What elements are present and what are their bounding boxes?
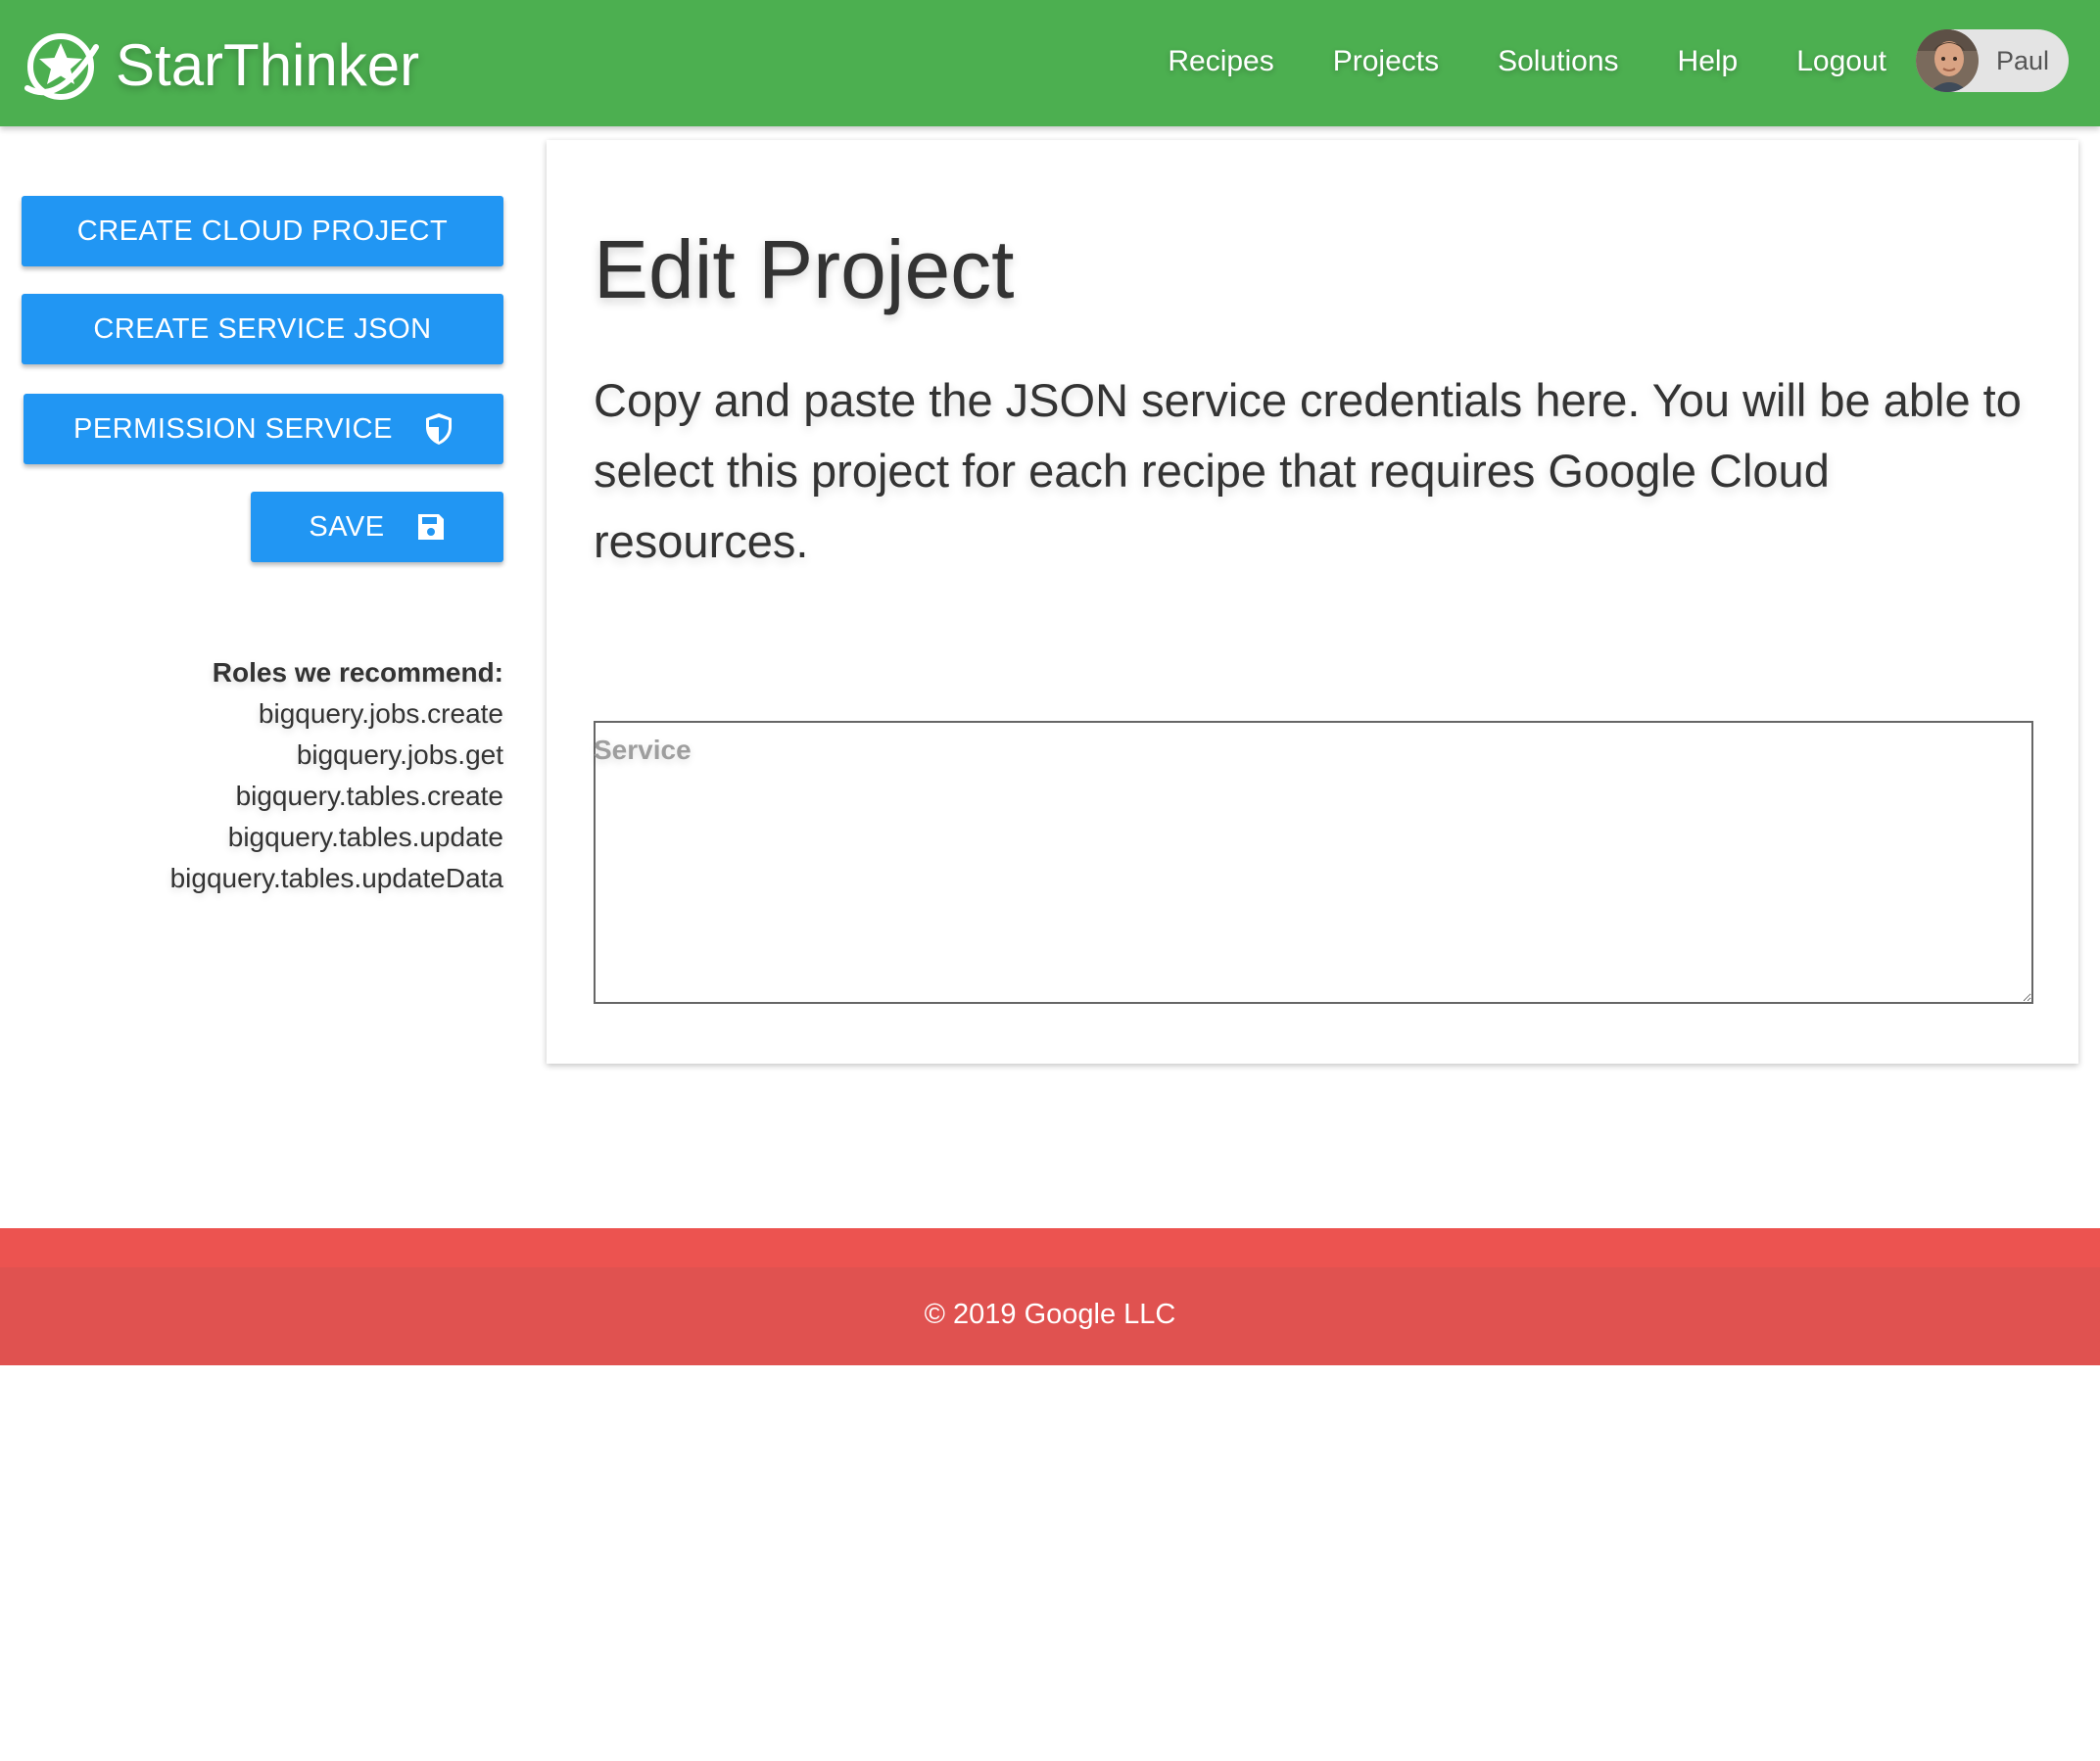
service-field: Service bbox=[594, 721, 2033, 1004]
recommended-roles: Roles we recommend: bigquery.jobs.create… bbox=[78, 652, 503, 899]
permission-service-button[interactable]: PERMISSION SERVICE bbox=[24, 394, 503, 464]
create-cloud-project-button[interactable]: CREATE CLOUD PROJECT bbox=[22, 196, 503, 266]
create-service-json-label: CREATE SERVICE JSON bbox=[93, 312, 432, 345]
create-service-json-button[interactable]: CREATE SERVICE JSON bbox=[22, 294, 503, 364]
brand[interactable]: StarThinker bbox=[20, 27, 419, 104]
floppy-disk-icon bbox=[416, 512, 446, 542]
top-navbar: StarThinker Recipes Projects Solutions H… bbox=[0, 0, 2100, 126]
save-button[interactable]: SAVE bbox=[251, 492, 503, 562]
nav-links: Recipes Projects Solutions Help Logout bbox=[1109, 0, 1886, 122]
nav-link-recipes[interactable]: Recipes bbox=[1168, 45, 1273, 78]
avatar bbox=[1916, 29, 1979, 92]
roles-heading: Roles we recommend: bbox=[212, 657, 503, 688]
role-item: bigquery.tables.updateData bbox=[169, 863, 503, 893]
page-title: Edit Project bbox=[594, 223, 1015, 315]
page-description: Copy and paste the JSON service credenti… bbox=[594, 374, 2022, 567]
brand-name: StarThinker bbox=[116, 32, 420, 98]
shield-icon bbox=[424, 412, 453, 446]
footer-top-band bbox=[0, 1228, 2100, 1267]
footer: © 2019 Google LLC bbox=[0, 1228, 2100, 1365]
create-cloud-project-label: CREATE CLOUD PROJECT bbox=[76, 214, 449, 247]
nav-link-logout[interactable]: Logout bbox=[1796, 45, 1886, 78]
starthinker-logo-icon bbox=[20, 27, 102, 104]
role-item: bigquery.jobs.get bbox=[296, 739, 503, 770]
user-name: Paul bbox=[1996, 45, 2050, 75]
nav-link-solutions[interactable]: Solutions bbox=[1498, 45, 1618, 78]
user-chip[interactable]: Paul bbox=[1916, 29, 2069, 92]
permission-service-label: PERMISSION SERVICE bbox=[73, 412, 393, 445]
service-textarea[interactable] bbox=[594, 721, 2033, 1004]
footer-copyright: © 2019 Google LLC bbox=[924, 1299, 1176, 1330]
role-item: bigquery.tables.update bbox=[227, 822, 503, 852]
role-item: bigquery.jobs.create bbox=[258, 698, 503, 729]
role-item: bigquery.tables.create bbox=[235, 781, 503, 811]
save-label: SAVE bbox=[309, 510, 385, 543]
nav-link-help[interactable]: Help bbox=[1678, 45, 1739, 78]
edit-project-card: Edit Project Copy and paste the JSON ser… bbox=[547, 140, 2078, 1064]
nav-link-projects[interactable]: Projects bbox=[1333, 45, 1439, 78]
